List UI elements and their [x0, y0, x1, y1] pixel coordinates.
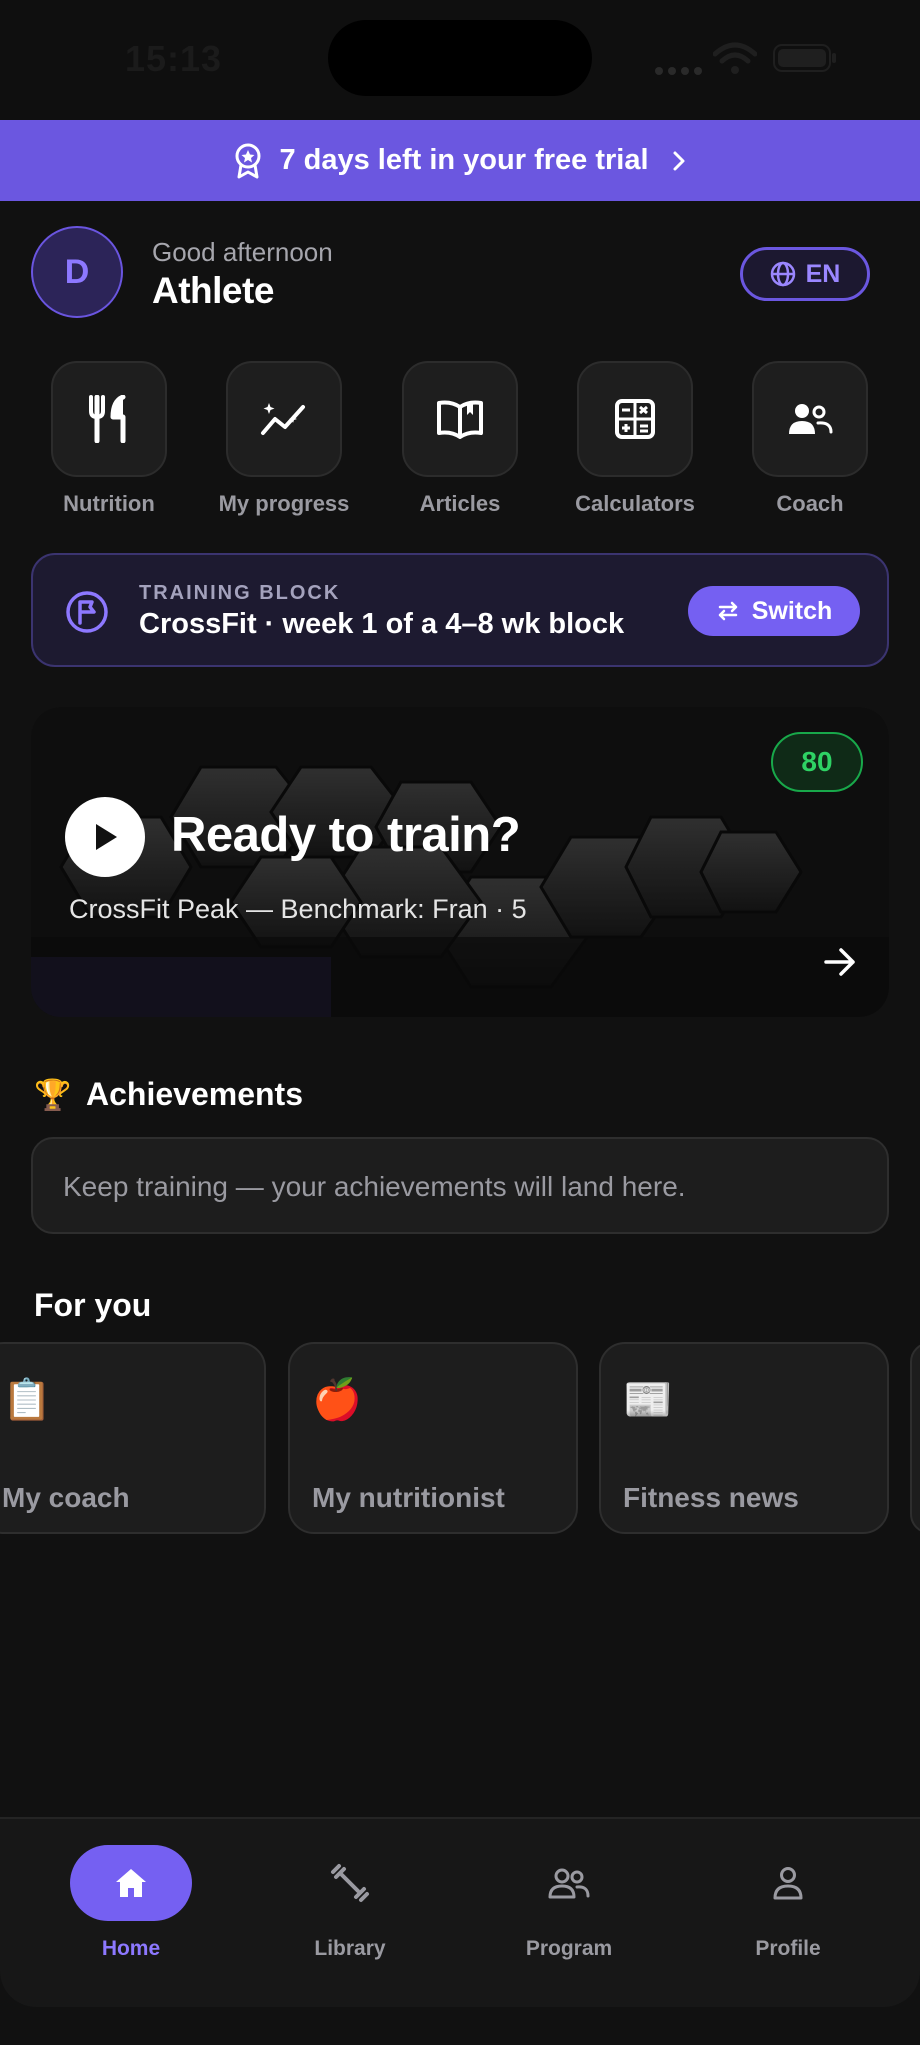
- arrow-right-icon[interactable]: [823, 947, 857, 977]
- coach-people-icon: [789, 404, 833, 434]
- play-button[interactable]: [65, 797, 145, 877]
- tab-home-pill: [70, 1845, 192, 1921]
- swap-arrows-icon: [718, 601, 737, 621]
- clipboard-icon: 📋: [2, 1378, 52, 1422]
- for-you-card-label: Fitness news: [623, 1482, 799, 1513]
- trial-banner[interactable]: 7 days left in your free trial: [0, 120, 920, 201]
- greeting-name: Athlete: [152, 270, 274, 311]
- quick-action-label: Calculators: [575, 491, 695, 516]
- training-block-title: CrossFit · week 1 of a 4–8 wk block: [139, 608, 625, 640]
- chevron-right-icon: [673, 151, 685, 170]
- for-you-card-partial[interactable]: [910, 1342, 920, 1534]
- for-you-card-fitness-news[interactable]: 📰 Fitness news: [599, 1342, 889, 1534]
- quick-action-label: My progress: [218, 491, 350, 516]
- quick-action-coach[interactable]: Coach: [735, 361, 885, 517]
- qa-icon-box: [402, 361, 518, 477]
- open-book-icon: [437, 400, 483, 439]
- hero-title: Ready to train?: [171, 808, 521, 862]
- dumbbell-icon: [331, 1864, 369, 1902]
- for-you-card-label: My nutritionist: [312, 1482, 505, 1513]
- qa-icon-box: [226, 361, 342, 477]
- tab-label: Library: [314, 1937, 386, 1960]
- language-button[interactable]: EN: [740, 247, 870, 301]
- calculator-icon: [615, 399, 655, 439]
- award-ribbon-icon: [235, 143, 261, 178]
- flag-circle-icon: [66, 591, 108, 633]
- tab-program-pill: [508, 1845, 630, 1921]
- achievements-title: Achievements: [86, 1076, 303, 1112]
- battery-icon: [773, 44, 836, 72]
- for-you-card-label: My coach: [2, 1482, 130, 1513]
- qa-icon-box: [752, 361, 868, 477]
- training-block-label: TRAINING BLOCK: [139, 582, 341, 604]
- tab-library[interactable]: Library: [250, 1845, 450, 1961]
- quick-action-label: Articles: [419, 491, 501, 516]
- trial-banner-text: 7 days left in your free trial: [279, 144, 649, 176]
- quick-action-calculators[interactable]: Calculators: [560, 361, 710, 517]
- globe-icon: [770, 261, 795, 287]
- person-icon: [773, 1867, 803, 1900]
- tab-home[interactable]: Home: [31, 1845, 231, 1961]
- for-you-card-my-coach[interactable]: 📋 My coach: [0, 1342, 266, 1534]
- play-icon: [96, 824, 117, 850]
- training-block-card[interactable]: TRAINING BLOCK CrossFit · week 1 of a 4–…: [31, 553, 889, 667]
- achievements-empty-text: Keep training — your achievements will l…: [63, 1171, 686, 1202]
- quick-action-label: Nutrition: [63, 491, 155, 516]
- achievements-card: Keep training — your achievements will l…: [31, 1137, 889, 1234]
- language-label: EN: [805, 259, 841, 288]
- quick-action-label: Coach: [776, 491, 844, 516]
- quick-action-articles[interactable]: Articles: [385, 361, 535, 517]
- newspaper-icon: 📰: [623, 1378, 673, 1422]
- hero-subtitle: CrossFit Peak — Benchmark: Fran · 5: [69, 894, 527, 924]
- progress-chart-icon: [261, 403, 305, 435]
- tab-profile[interactable]: Profile: [688, 1845, 888, 1961]
- score-badge: 80: [771, 732, 863, 792]
- for-you-card-my-nutritionist[interactable]: 🍎 My nutritionist: [288, 1342, 578, 1534]
- people-icon: [548, 1868, 590, 1899]
- tab-profile-pill: [727, 1845, 849, 1921]
- greeting-subtitle: Good afternoon: [152, 237, 333, 267]
- switch-button-label: Switch: [751, 596, 833, 625]
- dynamic-island: [328, 20, 592, 96]
- qa-icon-box: [577, 361, 693, 477]
- home-icon: [116, 1869, 146, 1897]
- apple-icon: 🍎: [312, 1378, 362, 1422]
- avatar[interactable]: D: [31, 226, 123, 318]
- bottom-tab-bar: Home Library Program Profile: [0, 1817, 920, 2007]
- wifi-icon: [713, 42, 757, 74]
- quick-action-nutrition[interactable]: Nutrition: [34, 361, 184, 517]
- for-you-title: For you: [34, 1287, 152, 1323]
- status-bar: 15:13: [0, 0, 920, 120]
- tab-label: Profile: [755, 1937, 821, 1960]
- tab-library-pill: [289, 1845, 411, 1921]
- cellular-signal-icon: [655, 62, 707, 80]
- tab-label: Home: [101, 1937, 161, 1960]
- tab-label: Program: [525, 1937, 613, 1960]
- switch-button[interactable]: Switch: [688, 586, 860, 636]
- fork-knife-icon: [89, 395, 126, 443]
- tab-program[interactable]: Program: [469, 1845, 669, 1961]
- trophy-icon: 🏆: [34, 1079, 72, 1112]
- status-time: 15:13: [125, 38, 223, 79]
- ready-to-train-card[interactable]: 80 Ready to train? CrossFit Peak — Bench…: [31, 707, 889, 1017]
- qa-icon-box: [51, 361, 167, 477]
- quick-action-my-progress[interactable]: My progress: [209, 361, 359, 517]
